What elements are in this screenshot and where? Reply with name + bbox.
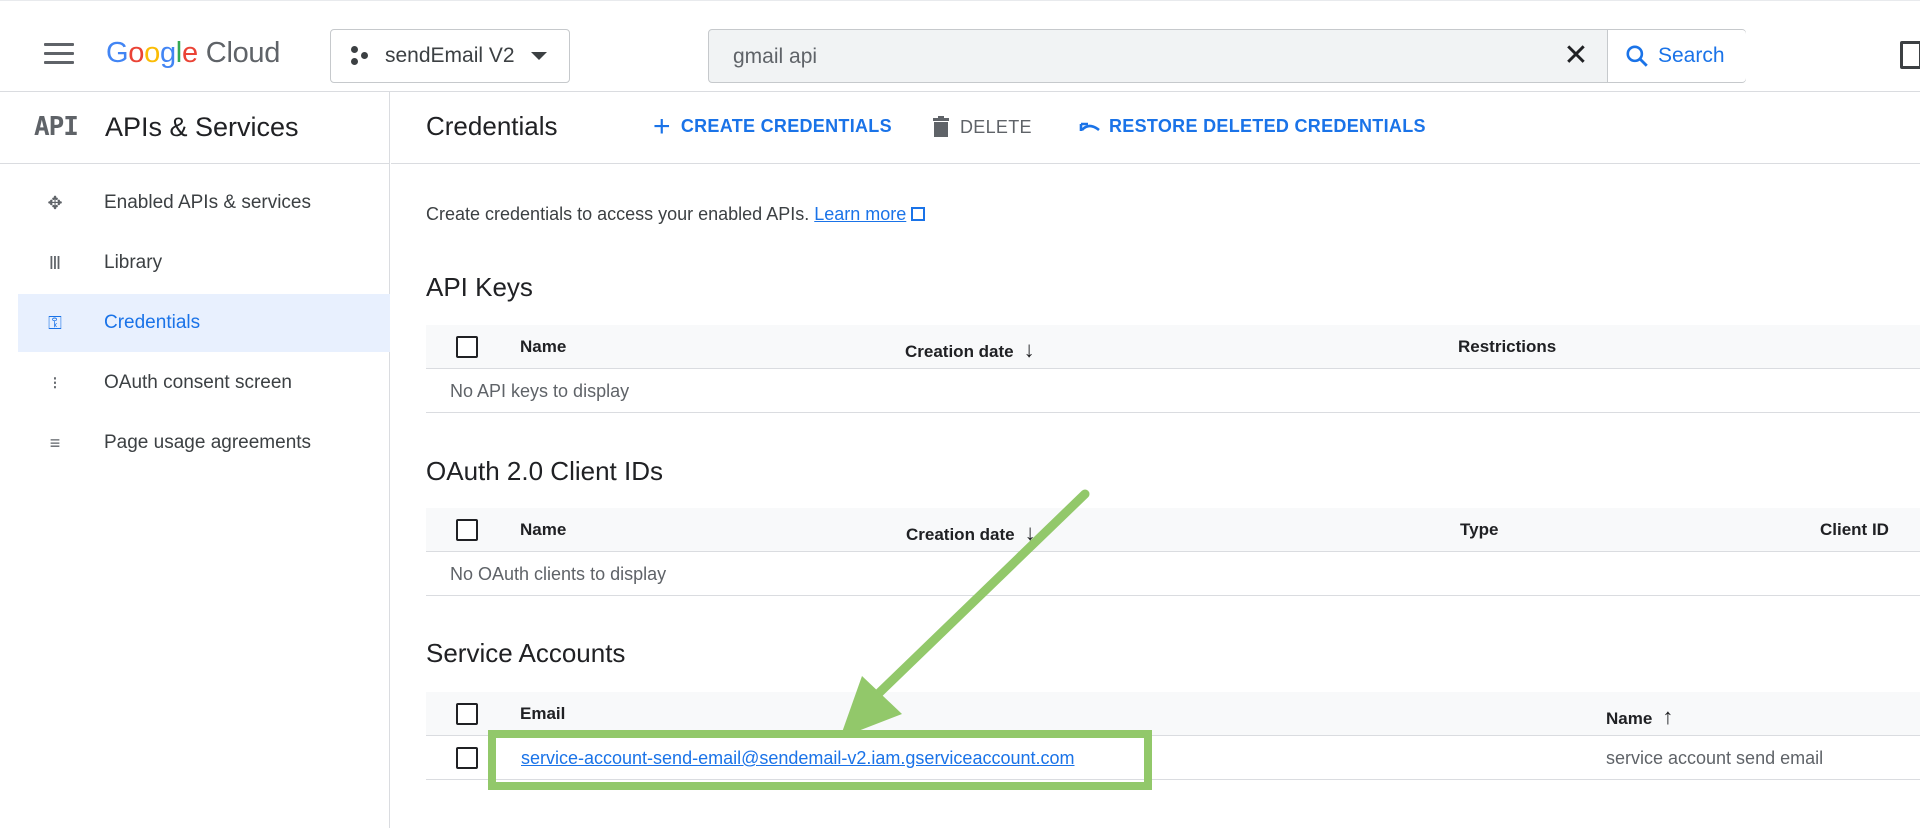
annotation-arrow-icon xyxy=(840,489,1090,738)
